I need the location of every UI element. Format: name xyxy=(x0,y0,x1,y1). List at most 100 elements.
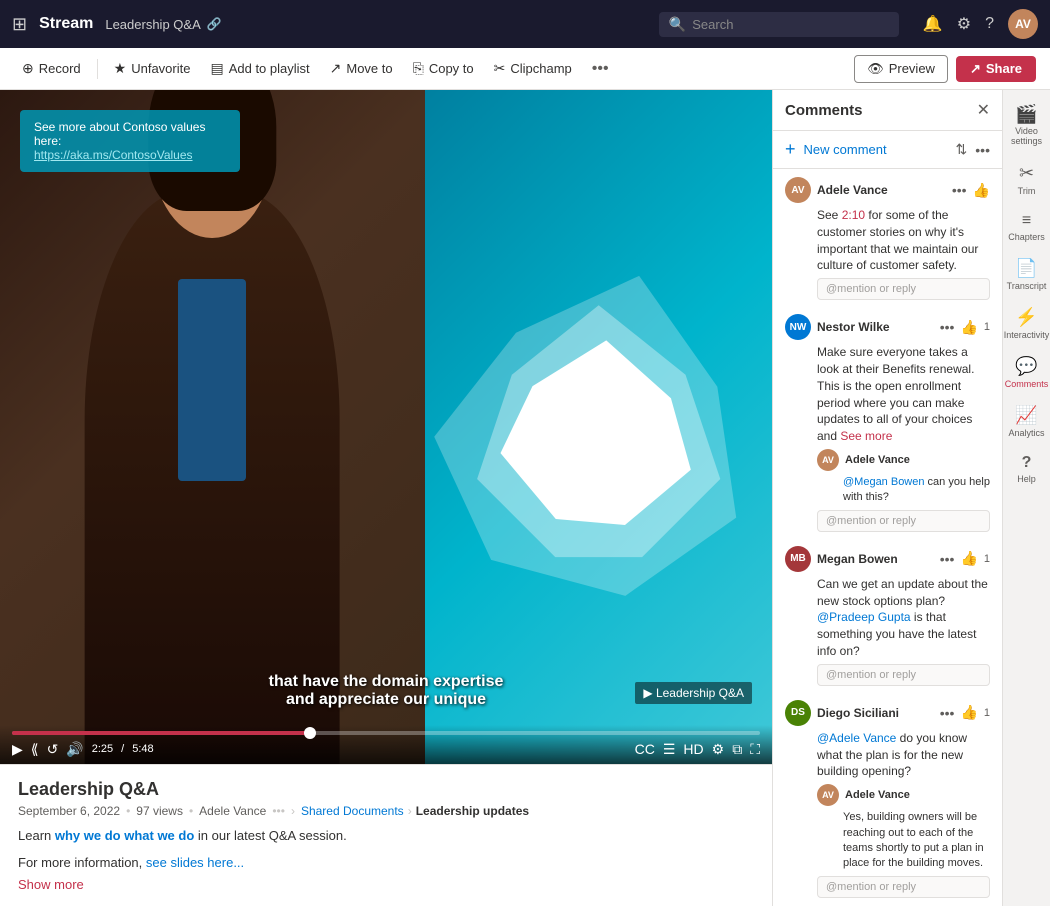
sidebar-video-settings-label: Video settings xyxy=(1009,127,1045,147)
skip-back-icon[interactable]: ↺ xyxy=(47,741,59,758)
sort-comments-icon[interactable]: ⇅ xyxy=(956,141,968,158)
sidebar-trim[interactable]: ✂ Trim xyxy=(1005,157,1049,202)
comment-like-icon[interactable]: 👍 xyxy=(960,704,977,721)
more-options-button[interactable]: ••• xyxy=(584,56,617,82)
chapters-icon[interactable]: ☰ xyxy=(663,741,676,758)
leadership-watermark: ▶ Leadership Q&A xyxy=(635,682,752,704)
video-background xyxy=(0,90,772,764)
comment-like-icon[interactable]: 👍 xyxy=(973,182,990,199)
reply-author-name: Adele Vance xyxy=(845,454,910,466)
sidebar-icons: 🎬 Video settings ✂ Trim ≡ Chapters 📄 Tra… xyxy=(1002,90,1050,906)
analytics-icon: 📈 xyxy=(1015,405,1037,426)
transcript-icon: 📄 xyxy=(1015,258,1037,279)
controls-row: ▶ ⟪ ↺ 🔊 2:25 / 5:48 CC ☰ HD ⚙ ⧉ ⛶ xyxy=(12,741,760,758)
copy-to-button[interactable]: ⎘ Copy to xyxy=(405,56,482,81)
overlay-link[interactable]: https://aka.ms/ContosoValues xyxy=(34,148,193,162)
video-subtitle: that have the domain expertise and appre… xyxy=(269,673,504,709)
breadcrumb-expand-icon[interactable]: 🔗 xyxy=(207,17,222,31)
video-description: Learn why we do what we do in our latest… xyxy=(18,826,754,846)
user-avatar[interactable]: AV xyxy=(1008,9,1038,39)
comment-timestamp-link[interactable]: 2:10 xyxy=(842,208,865,222)
meta-sep-2: • xyxy=(189,804,193,818)
comment-more-icon[interactable]: ••• xyxy=(940,705,955,721)
comment-reply-input[interactable]: @mention or reply xyxy=(817,664,990,686)
ctrl-right: CC ☰ HD ⚙ ⧉ ⛶ xyxy=(635,741,760,758)
video-player[interactable]: See more about Contoso values here: http… xyxy=(0,90,772,764)
comment-author-name: Nestor Wilke xyxy=(817,320,934,334)
chapters-icon: ≡ xyxy=(1022,212,1031,230)
desc-bold-link[interactable]: why we do what we do xyxy=(55,828,194,843)
search-icon: 🔍 xyxy=(669,16,686,33)
sidebar-chapters[interactable]: ≡ Chapters xyxy=(1005,206,1049,248)
sidebar-interactivity-label: Interactivity xyxy=(1004,330,1050,340)
watermark-text: Leadership Q&A xyxy=(656,686,744,700)
show-more-button[interactable]: Show more xyxy=(18,877,754,892)
toolbar-right: 👁 Preview ↗ Share xyxy=(854,55,1036,83)
comment-more-icon[interactable]: ••• xyxy=(952,182,967,198)
caption-icon[interactable]: CC xyxy=(635,741,655,757)
move-to-button[interactable]: ↗ Move to xyxy=(322,56,401,81)
share-button[interactable]: ↗ Share xyxy=(956,56,1036,82)
quality-icon[interactable]: HD xyxy=(683,741,703,757)
comment-reply-input[interactable]: @mention or reply xyxy=(817,510,990,532)
volume-icon[interactable]: 🔊 xyxy=(66,741,83,758)
add-to-playlist-button[interactable]: ▤ Add to playlist xyxy=(202,56,317,81)
sidebar-transcript[interactable]: 📄 Transcript xyxy=(1005,252,1049,297)
notifications-icon[interactable]: 🔔 xyxy=(923,14,943,34)
record-button[interactable]: ⊕ Record xyxy=(14,56,89,81)
new-comment-label[interactable]: New comment xyxy=(804,142,948,157)
search-input[interactable] xyxy=(692,17,889,32)
comment-avatar: MB xyxy=(785,546,811,572)
sidebar-trim-label: Trim xyxy=(1018,186,1036,196)
breadcrumb-leadership-updates: Leadership updates xyxy=(416,804,529,818)
pip-icon[interactable]: ⧉ xyxy=(732,741,742,758)
search-bar[interactable]: 🔍 xyxy=(659,12,899,37)
settings-icon[interactable]: ⚙ xyxy=(957,14,971,34)
help-icon[interactable]: ? xyxy=(985,15,994,33)
comment-more-icon[interactable]: ••• xyxy=(940,319,955,335)
grid-icon[interactable]: ⊞ xyxy=(12,14,27,35)
close-comments-icon[interactable]: ✕ xyxy=(977,100,990,120)
clipchamp-button[interactable]: ✂ Clipchamp xyxy=(486,56,580,81)
unfavorite-button[interactable]: ★ Unfavorite xyxy=(106,56,199,81)
sidebar-help[interactable]: ? Help xyxy=(1005,448,1049,490)
preview-button[interactable]: 👁 Preview xyxy=(854,55,948,83)
move-to-label: Move to xyxy=(346,61,392,76)
fullscreen-icon[interactable]: ⛶ xyxy=(750,741,760,758)
add-comment-plus-icon[interactable]: + xyxy=(785,139,796,160)
sidebar-video-settings[interactable]: 🎬 Video settings xyxy=(1005,98,1049,153)
comment-like-icon[interactable]: 👍 xyxy=(960,550,977,567)
comment-reply-input[interactable]: @mention or reply xyxy=(817,876,990,898)
rewind-icon[interactable]: ⟪ xyxy=(31,741,39,758)
settings-ctrl-icon[interactable]: ⚙ xyxy=(712,741,725,758)
comment-like-icon[interactable]: 👍 xyxy=(960,319,977,336)
video-meta: September 6, 2022 • 97 views • Adele Van… xyxy=(18,804,754,818)
desc-slides-link[interactable]: see slides here... xyxy=(146,855,244,870)
progress-bar-fill xyxy=(12,731,311,735)
video-views: 97 views xyxy=(136,804,183,818)
play-icon[interactable]: ▶ xyxy=(12,741,23,758)
comment-author-name: Adele Vance xyxy=(817,183,946,197)
comment-body: See 2:10 for some of the customer storie… xyxy=(785,207,990,274)
reply-body: @Megan Bowen can you help with this? xyxy=(817,475,990,506)
see-more-link[interactable]: See more xyxy=(840,429,892,443)
comment-reply-input[interactable]: @mention or reply xyxy=(817,278,990,300)
comment-reply: AV Adele Vance Yes, building owners will… xyxy=(785,784,990,872)
comment-like-count: 1 xyxy=(984,707,990,719)
comment-mention: @Adele Vance xyxy=(817,731,896,745)
video-info-panel: Leadership Q&A September 6, 2022 • 97 vi… xyxy=(0,764,772,906)
breadcrumb-shared-docs[interactable]: Shared Documents xyxy=(301,804,404,818)
sidebar-interactivity[interactable]: ⚡ Interactivity xyxy=(1005,301,1049,346)
sidebar-analytics[interactable]: 📈 Analytics xyxy=(1005,399,1049,444)
nav-breadcrumb: Leadership Q&A 🔗 xyxy=(105,17,221,32)
sidebar-comments[interactable]: 💬 Comments xyxy=(1005,350,1049,395)
progress-bar-track[interactable] xyxy=(12,731,760,735)
more-comments-options-icon[interactable]: ••• xyxy=(975,142,990,158)
subtitle-line1: that have the domain expertise xyxy=(269,673,504,691)
comment-body: @Adele Vance do you know what the plan i… xyxy=(785,730,990,780)
comment-more-icon[interactable]: ••• xyxy=(940,551,955,567)
video-date: September 6, 2022 xyxy=(18,804,120,818)
desc-link-before: For more information, xyxy=(18,855,146,870)
comment-header: DS Diego Siciliani ••• 👍 1 xyxy=(785,700,990,726)
copy-icon: ⎘ xyxy=(413,60,424,77)
